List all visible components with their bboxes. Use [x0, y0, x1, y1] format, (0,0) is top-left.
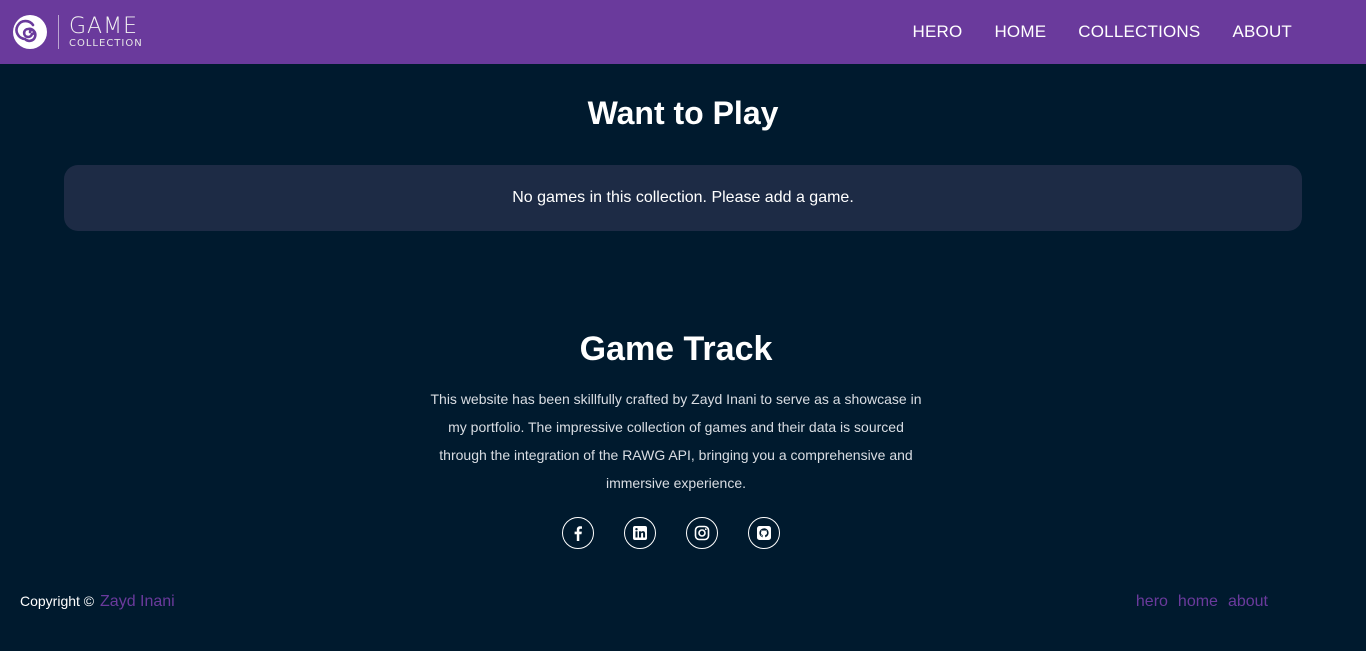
empty-collection-notice: No games in this collection. Please add … [64, 165, 1302, 231]
social-links [562, 517, 780, 549]
footer-link-hero[interactable]: hero [1136, 593, 1168, 611]
footer-title: Game Track [579, 330, 773, 368]
logo-text: GAME COLLECTION [69, 13, 143, 49]
instagram-icon [694, 525, 710, 541]
logo-subtitle: COLLECTION [69, 37, 143, 49]
copyright-prefix: Copyright © [20, 593, 95, 609]
nav-item-about[interactable]: ABOUT [1232, 22, 1292, 41]
nav-item-collections[interactable]: COLLECTIONS [1078, 22, 1200, 41]
logo-divider [58, 15, 59, 49]
facebook-icon [574, 526, 582, 541]
copyright: Copyright © Zayd Inani [20, 593, 175, 611]
linkedin-link[interactable] [624, 517, 656, 549]
footer-links: hero home about [1136, 593, 1268, 611]
nav-item-home[interactable]: HOME [994, 22, 1046, 41]
author-link[interactable]: Zayd Inani [100, 593, 175, 610]
instagram-link[interactable] [686, 517, 718, 549]
page-title: Want to Play [587, 95, 779, 131]
footer-description: This website has been skillfully crafted… [430, 391, 922, 491]
logo-word: GAME [69, 13, 138, 39]
navbar: GAME COLLECTION HERO HOME COLLECTIONS AB… [0, 0, 1366, 64]
swirl-icon [13, 15, 47, 49]
empty-message: No games in this collection. Please add … [512, 189, 854, 206]
github-icon [757, 526, 771, 540]
nav-links: HERO HOME COLLECTIONS ABOUT [913, 0, 1292, 64]
nav-item-hero[interactable]: HERO [913, 22, 963, 41]
github-link[interactable] [748, 517, 780, 549]
facebook-link[interactable] [562, 517, 594, 549]
footer-link-about[interactable]: about [1228, 593, 1268, 611]
brand-logo[interactable]: GAME COLLECTION [12, 12, 143, 52]
linkedin-icon [633, 526, 647, 540]
footer-link-home[interactable]: home [1178, 593, 1218, 611]
